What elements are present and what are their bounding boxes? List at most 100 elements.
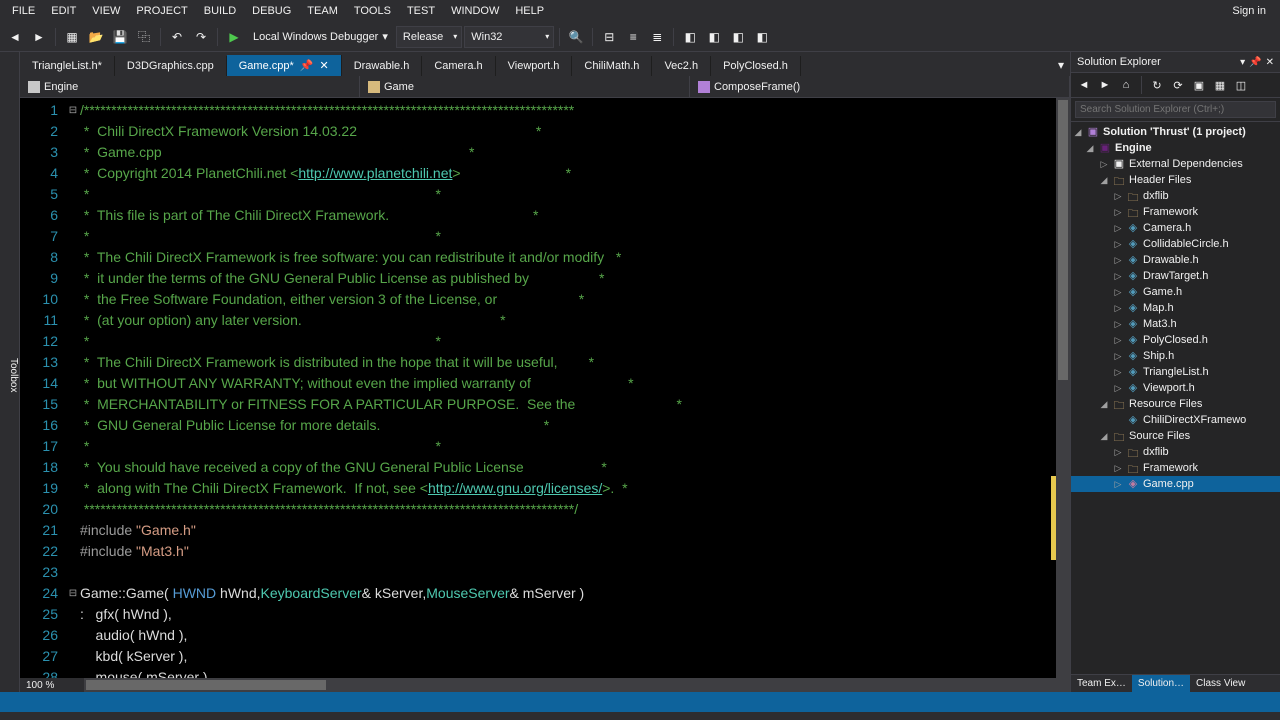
document-tab[interactable]: ChiliMath.h [572, 56, 652, 76]
show-all-icon[interactable]: ▦ [1211, 76, 1229, 94]
menubar: FILEEDITVIEWPROJECTBUILDDEBUGTEAMTOOLSTE… [0, 0, 1280, 22]
tree-item[interactable]: ▷◈Ship.h [1071, 348, 1280, 364]
tree-item[interactable]: ▷🗀Framework [1071, 460, 1280, 476]
navigation-bar: Engine Game ComposeFrame() [20, 76, 1070, 98]
menu-build[interactable]: BUILD [196, 3, 244, 19]
save-icon[interactable]: 💾 [109, 26, 131, 48]
tree-item[interactable]: ▷◈CollidableCircle.h [1071, 236, 1280, 252]
document-tab[interactable]: Viewport.h [496, 56, 573, 76]
prev-bookmark-icon[interactable]: ◧ [703, 26, 725, 48]
panel-tab[interactable]: Class View [1190, 675, 1251, 692]
tree-item[interactable]: ◢▣Solution 'Thrust' (1 project) [1071, 124, 1280, 140]
panel-dropdown-icon[interactable]: ▾ [1240, 57, 1245, 68]
debug-start-icon[interactable]: ▶ [223, 26, 245, 48]
line-number-gutter: 1234567891011121314151617181920212223242… [20, 98, 66, 678]
sync-icon[interactable]: ↻ [1148, 76, 1166, 94]
toolbox-tab[interactable]: Toolbox [0, 52, 20, 692]
vertical-scrollbar[interactable] [1056, 98, 1070, 678]
tree-item[interactable]: ▷◈Viewport.h [1071, 380, 1280, 396]
indent-icon[interactable]: ≡ [622, 26, 644, 48]
tree-item[interactable]: ◢🗀Header Files [1071, 172, 1280, 188]
menu-tools[interactable]: TOOLS [346, 3, 399, 19]
redo-icon[interactable]: ↷ [190, 26, 212, 48]
menu-test[interactable]: TEST [399, 3, 443, 19]
status-bar [0, 692, 1280, 712]
nav-class-dropdown[interactable]: Game [360, 76, 690, 97]
platform-dropdown[interactable]: Win32 [464, 26, 554, 48]
document-tab[interactable]: Game.cpp*📌✕ [227, 55, 342, 76]
open-icon[interactable]: 📂 [85, 26, 107, 48]
nav-scope-dropdown[interactable]: Engine [20, 76, 360, 97]
nav-fwd-icon[interactable]: ► [28, 26, 50, 48]
panel-pin-icon[interactable]: 📌 [1249, 57, 1261, 68]
tree-item[interactable]: ▷🗀Framework [1071, 204, 1280, 220]
tree-item[interactable]: ▷◈Camera.h [1071, 220, 1280, 236]
tab-pin-icon[interactable]: 📌 [300, 59, 314, 72]
tree-item[interactable]: ▷◈Game.cpp [1071, 476, 1280, 492]
config-dropdown[interactable]: Release [396, 26, 462, 48]
tree-item[interactable]: ▷◈Game.h [1071, 284, 1280, 300]
menu-help[interactable]: HELP [507, 3, 552, 19]
tree-item[interactable]: ▷🗀dxflib [1071, 188, 1280, 204]
tree-item[interactable]: ◢🗀Source Files [1071, 428, 1280, 444]
menu-edit[interactable]: EDIT [43, 3, 84, 19]
tree-item[interactable]: ▷◈Mat3.h [1071, 316, 1280, 332]
tree-item[interactable]: ▷◈DrawTarget.h [1071, 268, 1280, 284]
menu-team[interactable]: TEAM [299, 3, 346, 19]
tree-item[interactable]: ▷◈PolyClosed.h [1071, 332, 1280, 348]
save-all-icon[interactable]: ⿻ [133, 26, 155, 48]
nav-back-icon[interactable]: ◄ [4, 26, 26, 48]
tree-item[interactable]: ▷◈TriangleList.h [1071, 364, 1280, 380]
home-icon[interactable]: ⌂ [1117, 76, 1135, 94]
code-content[interactable]: /***************************************… [80, 98, 1051, 678]
tree-item[interactable]: ▷◈Drawable.h [1071, 252, 1280, 268]
horizontal-scrollbar[interactable]: 100 % [20, 678, 1070, 692]
menu-debug[interactable]: DEBUG [244, 3, 299, 19]
clear-bookmark-icon[interactable]: ◧ [751, 26, 773, 48]
tree-item[interactable]: ◢▣Engine [1071, 140, 1280, 156]
tree-item[interactable]: ▷◈Map.h [1071, 300, 1280, 316]
refresh-icon[interactable]: ⟳ [1169, 76, 1187, 94]
fwd-icon[interactable]: ► [1096, 76, 1114, 94]
tab-close-icon[interactable]: ✕ [319, 59, 328, 72]
menu-project[interactable]: PROJECT [128, 3, 195, 19]
document-tab[interactable]: TriangleList.h* [20, 56, 115, 76]
properties-icon[interactable]: ◫ [1232, 76, 1250, 94]
solution-explorer-panel: Solution Explorer ▾ 📌 ✕ ◄ ► ⌂ ↻ ⟳ ▣ ▦ ◫ … [1070, 52, 1280, 692]
menu-view[interactable]: VIEW [84, 3, 128, 19]
next-bookmark-icon[interactable]: ◧ [727, 26, 749, 48]
document-tab[interactable]: Vec2.h [652, 56, 711, 76]
tree-item[interactable]: ◈ChiliDirectXFramewo [1071, 412, 1280, 428]
document-tab[interactable]: Drawable.h [342, 56, 423, 76]
solution-explorer-title: Solution Explorer ▾ 📌 ✕ [1071, 52, 1280, 73]
solution-search-input[interactable] [1075, 101, 1276, 118]
panel-tab[interactable]: Solution… [1132, 675, 1190, 692]
undo-icon[interactable]: ↶ [166, 26, 188, 48]
fold-gutter[interactable]: ⊟⊟ [66, 98, 80, 678]
zoom-level[interactable]: 100 % [20, 678, 84, 692]
signin-link[interactable]: Sign in [1222, 3, 1276, 19]
code-editor[interactable]: 1234567891011121314151617181920212223242… [20, 98, 1070, 678]
find-icon[interactable]: 🔍 [565, 26, 587, 48]
solution-tree[interactable]: ◢▣Solution 'Thrust' (1 project)◢▣Engine▷… [1071, 122, 1280, 674]
tree-item[interactable]: ▷🗀dxflib [1071, 444, 1280, 460]
new-project-icon[interactable]: ▦ [61, 26, 83, 48]
menu-file[interactable]: FILE [4, 3, 43, 19]
panel-close-icon[interactable]: ✕ [1266, 57, 1274, 68]
tree-item[interactable]: ◢🗀Resource Files [1071, 396, 1280, 412]
outdent-icon[interactable]: ≣ [646, 26, 668, 48]
bookmark-icon[interactable]: ◧ [679, 26, 701, 48]
menu-window[interactable]: WINDOW [443, 3, 507, 19]
document-tab[interactable]: D3DGraphics.cpp [115, 56, 227, 76]
tree-item[interactable]: ▷▣External Dependencies [1071, 156, 1280, 172]
solution-toolbar: ◄ ► ⌂ ↻ ⟳ ▣ ▦ ◫ [1071, 73, 1280, 98]
tabs-overflow-icon[interactable]: ▾ [1052, 54, 1070, 76]
debug-target-dropdown[interactable]: Local Windows Debugger ▾ [247, 28, 394, 45]
back-icon[interactable]: ◄ [1075, 76, 1093, 94]
comment-icon[interactable]: ⊟ [598, 26, 620, 48]
nav-member-dropdown[interactable]: ComposeFrame() [690, 76, 1070, 97]
panel-tab[interactable]: Team Ex… [1071, 675, 1132, 692]
document-tab[interactable]: Camera.h [422, 56, 495, 76]
document-tab[interactable]: PolyClosed.h [711, 56, 801, 76]
collapse-icon[interactable]: ▣ [1190, 76, 1208, 94]
